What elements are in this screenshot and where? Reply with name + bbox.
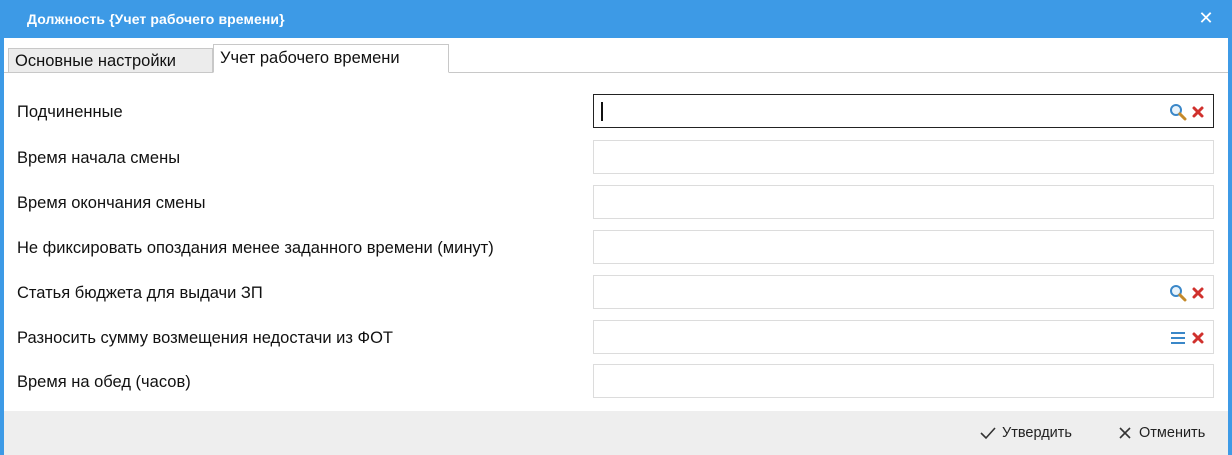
shift-start-input[interactable] [593,140,1214,174]
tab-main-settings[interactable]: Основные настройки [8,48,213,72]
field-label: Подчиненные [17,103,123,121]
confirm-label: Утвердить [1002,425,1072,441]
cancel-icon [1115,424,1135,442]
search-icon[interactable] [1169,103,1187,121]
form-row-late-threshold: Не фиксировать опоздания менее заданного… [4,230,1228,266]
form-row-shortage-allocation: Разносить сумму возмещения недостачи из … [4,320,1228,356]
clear-icon[interactable] [1189,329,1207,347]
form-row-subordinates: Подчиненные [4,94,1228,130]
field-label: Статья бюджета для выдачи ЗП [17,284,263,302]
title-bar: Должность {Учет рабочего времени} ✕ [0,0,1232,38]
budget-item-input[interactable] [593,275,1214,309]
lunch-time-input[interactable] [593,364,1214,398]
close-icon[interactable]: ✕ [1196,8,1216,28]
cancel-label: Отменить [1139,425,1206,441]
text-caret [601,102,603,121]
form-row-shift-end: Время окончания смены [4,185,1228,221]
search-icon[interactable] [1169,284,1187,302]
list-icon[interactable] [1169,329,1187,347]
dialog-footer: Утвердить Отменить [4,411,1228,455]
window-title: Должность {Учет рабочего времени} [27,11,285,27]
tab-work-time[interactable]: Учет рабочего времени [213,44,449,73]
dialog-window: Должность {Учет рабочего времени} ✕ Осно… [0,0,1232,455]
confirm-button[interactable]: Утвердить [978,424,1072,444]
clear-icon[interactable] [1189,103,1207,121]
field-label: Разносить сумму возмещения недостачи из … [17,329,393,347]
field-label: Время окончания смены [17,194,206,212]
late-threshold-input[interactable] [593,230,1214,264]
tab-strip: Основные настройки Учет рабочего времени [4,38,1228,73]
field-label: Время начала смены [17,149,181,167]
form-row-budget-item: Статья бюджета для выдачи ЗП [4,275,1228,311]
form-row-lunch-time: Время на обед (часов) [4,364,1228,400]
cancel-button[interactable]: Отменить [1115,424,1205,444]
subordinates-input[interactable] [593,94,1214,128]
shift-end-input[interactable] [593,185,1214,219]
form-row-shift-start: Время начала смены [4,140,1228,176]
field-label: Не фиксировать опоздания менее заданного… [17,239,494,257]
clear-icon[interactable] [1189,284,1207,302]
field-label: Время на обед (часов) [17,373,191,391]
check-icon [978,424,998,442]
shortage-allocation-select[interactable] [593,320,1214,354]
